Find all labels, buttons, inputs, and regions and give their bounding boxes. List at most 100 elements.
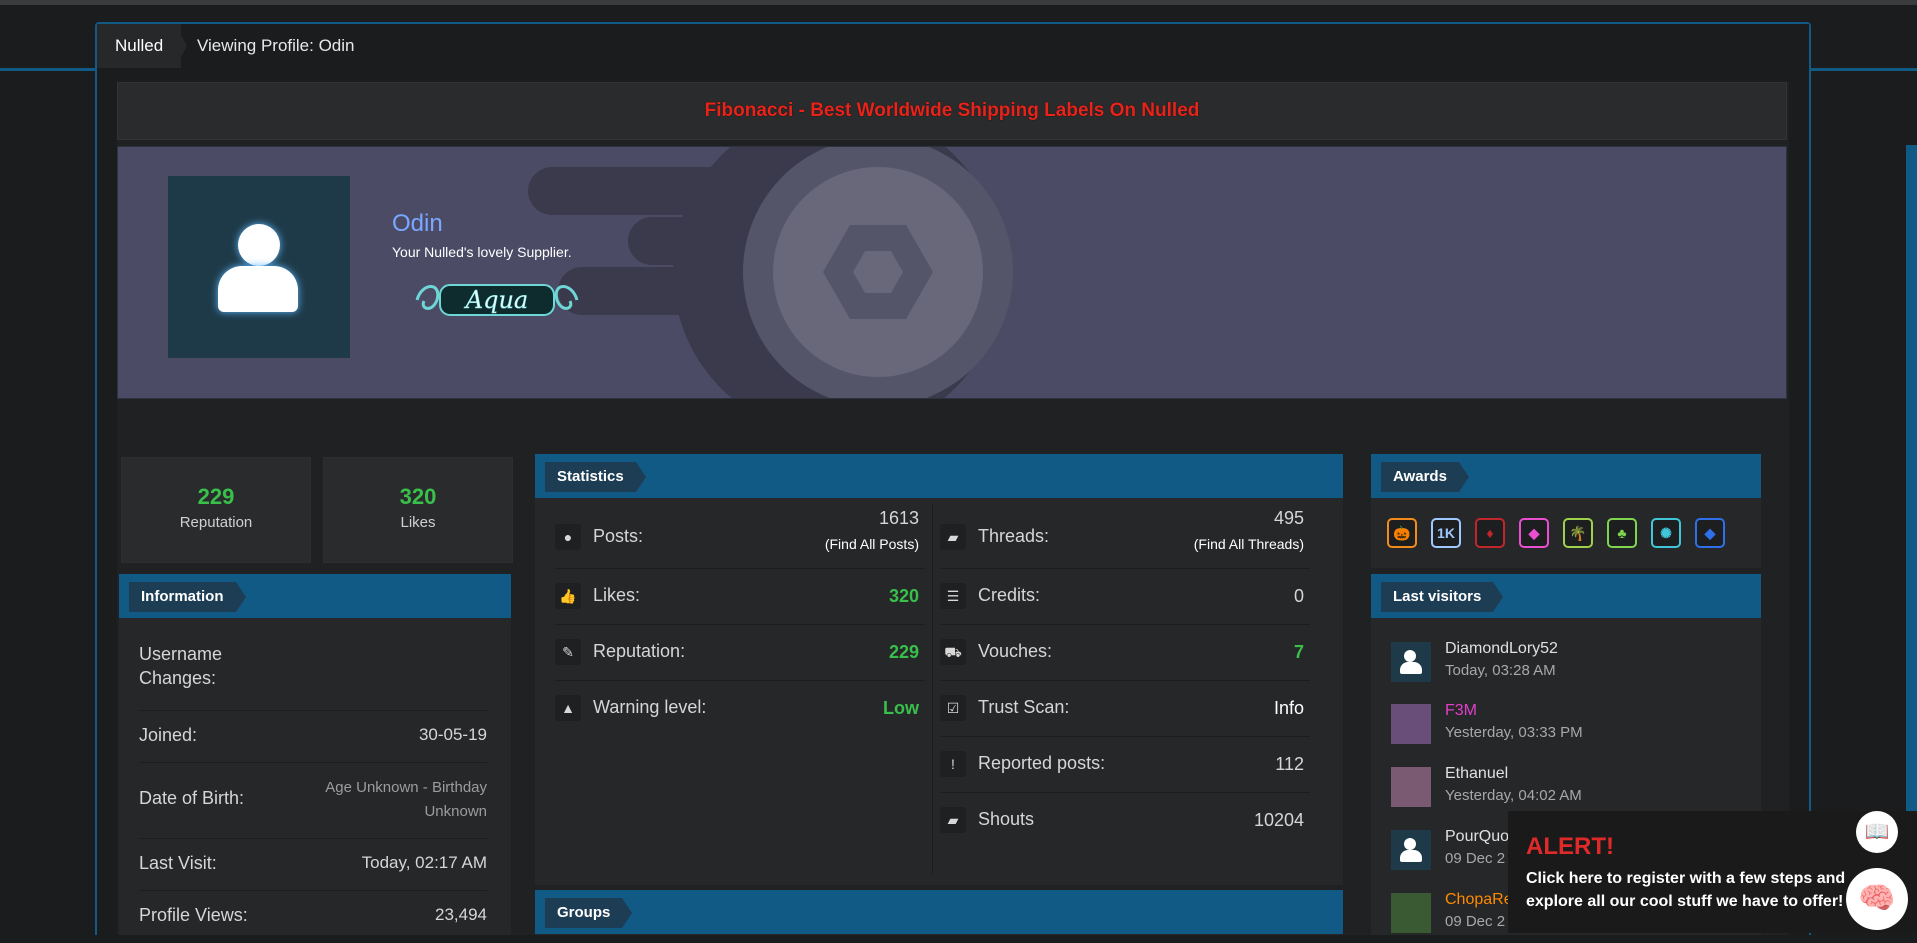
information-panel-header: Information bbox=[119, 574, 511, 618]
stat-value: 112 bbox=[1275, 754, 1304, 774]
ruby-icon[interactable]: ♦ bbox=[1475, 518, 1505, 548]
stat-vouches: ⛟ Vouches: 7 bbox=[940, 624, 1310, 681]
promo-banner-link[interactable]: Fibonacci - Best Worldwide Shipping Labe… bbox=[705, 100, 1200, 121]
stat-value: Low bbox=[883, 698, 919, 718]
avatar-body bbox=[218, 266, 298, 312]
statistics-panel-title: Statistics bbox=[545, 462, 646, 492]
stat-posts: ● Posts: 1613 (Find All Posts) bbox=[555, 504, 925, 569]
info-label: Last Visit: bbox=[139, 853, 217, 873]
1k-icon[interactable]: 1K bbox=[1431, 518, 1461, 548]
visitor-time: 09 Dec 2 bbox=[1445, 913, 1506, 930]
top-bar bbox=[0, 0, 1917, 5]
visitor-item[interactable]: Ethanuel Yesterday, 04:02 AM bbox=[1391, 761, 1721, 817]
stat-value: 1613 bbox=[878, 508, 919, 528]
likes-summary-label: Likes bbox=[400, 514, 436, 531]
statistics-panel-header: Statistics bbox=[535, 454, 1343, 498]
stat-credits: ☰ Credits: 0 bbox=[940, 568, 1310, 625]
clover-icon[interactable]: ♣ bbox=[1607, 518, 1637, 548]
info-row-last-visit: Last Visit: Today, 02:17 AM bbox=[139, 838, 487, 891]
visitor-time: Today, 03:28 AM bbox=[1445, 662, 1556, 679]
groups-panel: Groups bbox=[535, 890, 1343, 935]
exclamation-icon: ! bbox=[940, 751, 966, 777]
stat-label: Vouches: bbox=[978, 641, 1053, 661]
profile-avatar bbox=[168, 176, 350, 358]
find-all-posts-link[interactable]: (Find All Posts) bbox=[825, 536, 919, 552]
info-row-profile-views: Profile Views: 23,494 bbox=[139, 890, 487, 935]
visitor-name[interactable]: PourQuo bbox=[1445, 828, 1509, 846]
stat-reputation: ✎ Reputation: 229 bbox=[555, 624, 925, 681]
likes-summary: 320 Likes bbox=[323, 457, 513, 563]
chat-icon: ▰ bbox=[940, 807, 966, 833]
statistics-divider bbox=[932, 504, 933, 874]
information-panel: Information Username Changes: Joined: 30… bbox=[119, 574, 511, 935]
stat-value: 0 bbox=[1293, 586, 1304, 606]
stat-value: 229 bbox=[888, 642, 919, 662]
visitor-name[interactable]: F3M bbox=[1445, 702, 1477, 720]
visitor-name[interactable]: Ethanuel bbox=[1445, 765, 1508, 783]
reputation-summary-value: 229 bbox=[197, 484, 235, 509]
info-row-date-of-birth: Date of Birth: Age Unknown - Birthday Un… bbox=[139, 762, 487, 839]
avatar bbox=[1391, 642, 1431, 682]
book-icon[interactable]: 📖 bbox=[1856, 811, 1898, 853]
groups-panel-header: Groups bbox=[535, 890, 1343, 934]
pumpkin-icon[interactable]: 🎃 bbox=[1387, 518, 1417, 548]
stat-warning-level: ▲ Warning level: Low bbox=[555, 680, 925, 736]
profile-cover: Odin Your Nulled's lovely Supplier. Aqua bbox=[117, 146, 1787, 399]
aqua-rank-badge: Aqua bbox=[415, 284, 579, 316]
visitor-item[interactable]: F3M Yesterday, 03:33 PM bbox=[1391, 698, 1721, 754]
stat-label: Trust Scan: bbox=[978, 697, 1070, 717]
stat-shouts: ▰ Shouts 10204 bbox=[940, 792, 1310, 848]
stat-label: Threads: bbox=[978, 526, 1050, 546]
likes-summary-value: 320 bbox=[399, 484, 437, 509]
find-all-threads-label[interactable]: Find All Threads bbox=[1198, 536, 1299, 552]
find-all-posts-label[interactable]: Find All Posts bbox=[830, 536, 915, 552]
trust-scan-info-link[interactable]: Info bbox=[1274, 698, 1304, 719]
reputation-summary-label: Reputation bbox=[179, 514, 253, 531]
visitor-time: 09 Dec 2 bbox=[1445, 850, 1506, 867]
info-label: Joined: bbox=[139, 725, 198, 745]
breadcrumb: Nulled Viewing Profile: Odin bbox=[97, 24, 1809, 68]
last-visitors-panel-title: Last visitors bbox=[1381, 582, 1504, 612]
coins-icon: ☰ bbox=[940, 583, 966, 609]
brain-icon[interactable]: 🧠 bbox=[1846, 868, 1908, 930]
information-panel-title: Information bbox=[129, 582, 245, 612]
info-row-joined: Joined: 30-05-19 bbox=[139, 710, 487, 763]
profile-subtitle: Your Nulled's lovely Supplier. bbox=[392, 244, 572, 260]
breadcrumb-current: Viewing Profile: Odin bbox=[197, 36, 355, 55]
breadcrumb-arrow bbox=[175, 24, 187, 68]
awards-panel-title: Awards bbox=[1381, 462, 1469, 492]
statistics-panel: Statistics ● Posts: 1613 (Find All Posts… bbox=[535, 454, 1343, 885]
stat-value: 7 bbox=[1293, 642, 1304, 662]
find-all-threads-link[interactable]: (Find All Threads) bbox=[1194, 536, 1304, 552]
pink-gem-icon[interactable]: ◆ bbox=[1519, 518, 1549, 548]
stat-value: 320 bbox=[888, 586, 919, 606]
stat-label: Posts: bbox=[593, 526, 644, 546]
virus-icon[interactable]: ✺ bbox=[1651, 518, 1681, 548]
info-label: Profile Views: bbox=[139, 905, 248, 925]
visitor-item[interactable]: DiamondLory52 Today, 03:28 AM bbox=[1391, 636, 1721, 692]
profile-content: Fibonacci - Best Worldwide Shipping Labe… bbox=[117, 82, 1789, 935]
visitor-name[interactable]: ChopaRe bbox=[1445, 891, 1513, 909]
stat-value: 10204 bbox=[1253, 810, 1304, 830]
stat-label: Reputation: bbox=[593, 641, 686, 661]
info-value: Today, 02:17 AM bbox=[361, 853, 487, 872]
comment-icon: ● bbox=[555, 524, 581, 550]
breadcrumb-home-link[interactable]: Nulled bbox=[97, 24, 182, 68]
diamond-icon[interactable]: ◆ bbox=[1695, 518, 1725, 548]
awards-panel-header: Awards bbox=[1371, 454, 1761, 498]
ribbon-icon: ✎ bbox=[555, 639, 581, 665]
avatar bbox=[1391, 767, 1431, 807]
cart-icon: ⛟ bbox=[940, 639, 966, 665]
visitor-name[interactable]: DiamondLory52 bbox=[1445, 640, 1558, 658]
alert-message[interactable]: Click here to register with a few steps … bbox=[1526, 867, 1856, 913]
stat-label: Likes: bbox=[593, 585, 641, 605]
svg-text:Aqua: Aqua bbox=[464, 286, 528, 314]
palm-tree-icon[interactable]: 🌴 bbox=[1563, 518, 1593, 548]
avatar bbox=[1391, 893, 1431, 933]
thumbs-up-icon: 👍 bbox=[555, 583, 581, 609]
avatar bbox=[1391, 830, 1431, 870]
promo-banner: Fibonacci - Best Worldwide Shipping Labe… bbox=[117, 82, 1787, 140]
main-container: Nulled Viewing Profile: Odin Fibonacci -… bbox=[95, 22, 1811, 935]
stat-trust-scan: ☑ Trust Scan: Info bbox=[940, 680, 1310, 737]
info-row-username-changes: Username Changes: bbox=[139, 620, 487, 711]
